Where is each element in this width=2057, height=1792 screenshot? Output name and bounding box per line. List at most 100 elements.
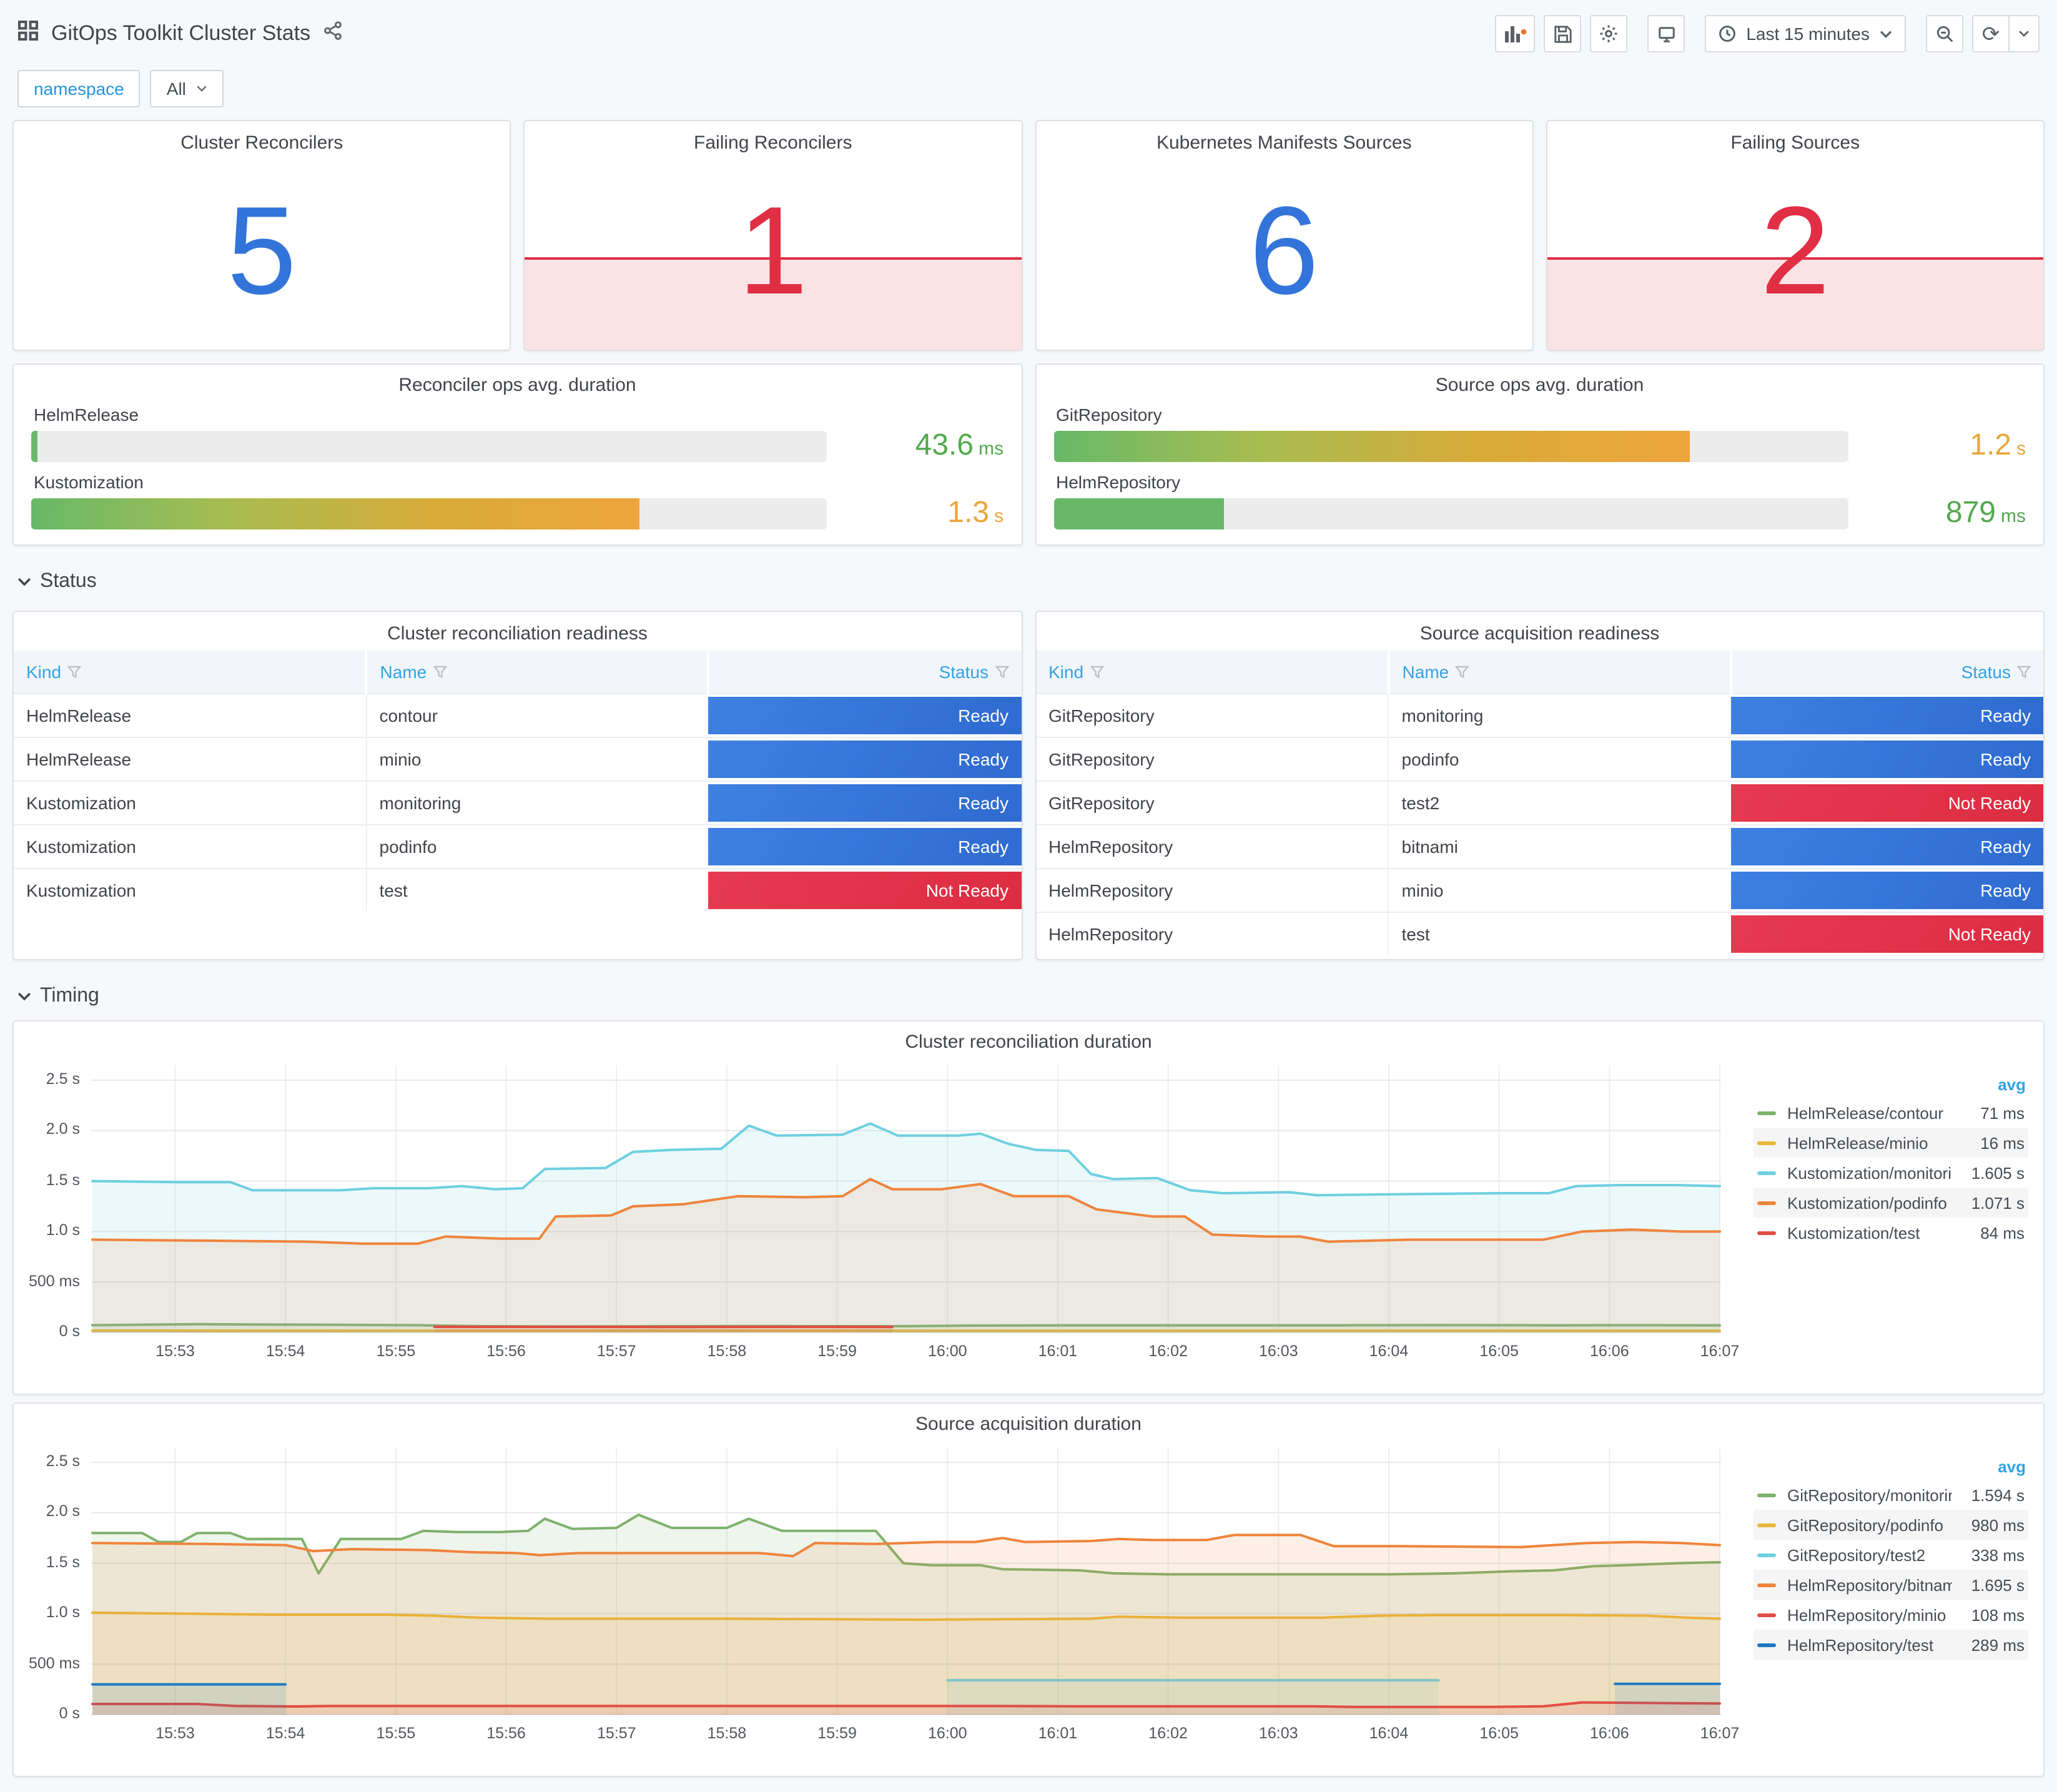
bar-gauge-track <box>31 430 826 461</box>
cell-kind: GitRepository <box>1036 692 1389 737</box>
namespace-variable-select[interactable]: All <box>150 70 224 107</box>
legend-item[interactable]: HelmRepository/minio 108 ms <box>1754 1600 2028 1630</box>
filter-funnel-icon[interactable] <box>432 666 447 679</box>
x-tick-label: 16:00 <box>927 1725 967 1742</box>
stat-panel-failing-reconcilers[interactable]: Failing Reconcilers 1 <box>523 120 1022 351</box>
gauge-label: HelmRelease <box>34 405 139 425</box>
table-row: GitRepository monitoring Ready <box>1036 692 2043 737</box>
x-tick-label: 16:04 <box>1369 1725 1409 1742</box>
filter-funnel-icon[interactable] <box>67 666 82 679</box>
filter-funnel-icon[interactable] <box>1454 666 1469 679</box>
gauge-panel-source-ops[interactable]: Source ops avg. duration GitRepository 1… <box>1035 363 2045 546</box>
legend-series-name[interactable]: HelmRepository/bitnami <box>1787 1575 1952 1594</box>
tv-mode-button[interactable] <box>1647 15 1685 52</box>
legend-series-name[interactable]: Kustomization/test <box>1787 1223 1952 1242</box>
status-badge: Ready <box>708 696 1021 734</box>
legend-series-name[interactable]: HelmRepository/test <box>1787 1635 1952 1654</box>
legend-series-name[interactable]: Kustomization/podinfo <box>1787 1193 1952 1212</box>
stat-panel-cluster-reconcilers[interactable]: Cluster Reconcilers 5 <box>12 120 511 351</box>
legend-avg-value: 1.695 s <box>1971 1575 2025 1594</box>
stat-value: 2 <box>1760 181 1830 322</box>
column-header-status[interactable]: Status <box>1729 651 2043 693</box>
dashboard-settings-button[interactable] <box>1590 15 1628 52</box>
legend-item[interactable]: GitRepository/test2 338 ms <box>1754 1540 2028 1570</box>
cell-name: monitoring <box>1388 692 1731 737</box>
time-range-picker[interactable]: Last 15 minutes <box>1705 15 1906 52</box>
x-tick-label: 16:02 <box>1148 1342 1188 1360</box>
legend-series-name[interactable]: HelmRelease/contour <box>1787 1103 1952 1122</box>
filter-funnel-icon[interactable] <box>994 666 1009 679</box>
filter-funnel-icon[interactable] <box>1089 666 1104 679</box>
cell-kind: Kustomization <box>14 867 367 911</box>
table-row: HelmRepository test Not Ready <box>1036 911 2043 955</box>
section-timing[interactable]: Timing <box>17 980 2040 1013</box>
dashboard-grid-icon[interactable] <box>17 20 39 47</box>
cell-status: Not Ready <box>708 867 1021 911</box>
table-panel-source-readiness[interactable]: Source acquisition readiness Kind Name Sta… <box>1035 611 2045 960</box>
dashboard-header: GitOps Toolkit Cluster Stats Last 15 min… <box>0 0 2057 55</box>
refresh-button[interactable]: ⟳ <box>1972 15 2010 52</box>
column-header-kind[interactable]: Kind <box>14 651 367 693</box>
legend-item[interactable]: Kustomization/test 84 ms <box>1754 1218 2028 1248</box>
table-row: Kustomization monitoring Ready <box>14 780 1021 824</box>
namespace-variable-label[interactable]: namespace <box>17 70 141 107</box>
x-tick-label: 16:05 <box>1479 1342 1519 1360</box>
stat-value: 1 <box>738 181 808 322</box>
add-panel-button[interactable] <box>1495 15 1536 52</box>
share-icon[interactable] <box>323 21 342 46</box>
column-header-name[interactable]: Name <box>1387 651 1731 693</box>
legend-item[interactable]: Kustomization/monitoring 1.605 s <box>1754 1158 2028 1188</box>
table-row: HelmRepository bitnami Ready <box>1036 824 2043 868</box>
legend-avg-value: 71 ms <box>1980 1103 2025 1122</box>
legend-avg-header[interactable]: avg <box>1754 1075 2026 1094</box>
cell-status: Ready <box>1730 824 2043 868</box>
cell-name: podinfo <box>1388 736 1731 780</box>
legend-series-name[interactable]: GitRepository/test2 <box>1787 1545 1952 1564</box>
column-header-name[interactable]: Name <box>365 651 709 693</box>
table-panel-cluster-readiness[interactable]: Cluster reconciliation readiness Kind Nam… <box>12 611 1022 960</box>
legend-item[interactable]: GitRepository/podinfo 980 ms <box>1754 1510 2028 1540</box>
filter-funnel-icon[interactable] <box>2016 666 2031 679</box>
x-tick-label: 15:59 <box>817 1725 857 1742</box>
legend-item[interactable]: HelmRelease/contour 71 ms <box>1754 1098 2028 1128</box>
save-dashboard-button[interactable] <box>1544 15 1582 52</box>
y-tick-label: 2.0 s <box>46 1120 80 1138</box>
refresh-interval-dropdown[interactable] <box>2010 15 2040 52</box>
column-header-kind[interactable]: Kind <box>1036 651 1389 693</box>
panel-title: Failing Reconcilers <box>694 132 852 154</box>
legend-avg-header[interactable]: avg <box>1754 1457 2026 1476</box>
x-tick-label: 15:54 <box>265 1725 305 1742</box>
legend-item[interactable]: HelmRepository/test 289 ms <box>1754 1630 2028 1660</box>
section-status[interactable]: Status <box>17 566 2040 598</box>
cell-status: Not Ready <box>1730 911 2043 955</box>
stat-panel-failing-sources[interactable]: Failing Sources 2 <box>1546 120 2045 351</box>
stat-panel-manifest-sources[interactable]: Kubernetes Manifests Sources 6 <box>1035 120 1534 351</box>
legend-item[interactable]: Kustomization/podinfo 1.071 s <box>1754 1188 2028 1218</box>
x-tick-label: 15:57 <box>596 1725 636 1742</box>
legend-series-name[interactable]: GitRepository/monitoring <box>1787 1485 1952 1504</box>
legend-series-name[interactable]: GitRepository/podinfo <box>1787 1515 1952 1534</box>
panel-title: Reconciler ops avg. duration <box>398 375 636 396</box>
legend-series-name[interactable]: HelmRepository/minio <box>1787 1605 1952 1624</box>
legend-series-name[interactable]: HelmRelease/minio <box>1787 1133 1952 1152</box>
toolbar: Last 15 minutes ⟳ <box>1495 15 2040 52</box>
gauge-panel-reconciler-ops[interactable]: Reconciler ops avg. duration HelmRelease… <box>12 363 1022 546</box>
y-tick-label: 1.0 s <box>46 1221 80 1239</box>
time-series-plot[interactable] <box>91 1442 1721 1717</box>
table-header-row: Kind Name Status <box>1036 651 2043 693</box>
legend-avg-value: 1.071 s <box>1971 1193 2025 1212</box>
y-tick-label: 0 s <box>59 1322 80 1340</box>
x-tick-label: 16:07 <box>1700 1342 1740 1360</box>
refresh-button-group: ⟳ <box>1972 15 2040 52</box>
column-header-status[interactable]: Status <box>707 651 1021 693</box>
legend-series-name[interactable]: Kustomization/monitoring <box>1787 1163 1952 1182</box>
legend-item[interactable]: HelmRepository/bitnami 1.695 s <box>1754 1570 2028 1600</box>
cell-kind: GitRepository <box>1036 780 1389 824</box>
time-series-plot[interactable] <box>91 1060 1721 1335</box>
zoom-out-button[interactable] <box>1926 15 1963 52</box>
cell-name: minio <box>365 736 709 780</box>
legend-item[interactable]: HelmRelease/minio 16 ms <box>1754 1128 2028 1158</box>
legend-item[interactable]: GitRepository/monitoring 1.594 s <box>1754 1480 2028 1510</box>
chevron-down-icon <box>17 571 31 593</box>
x-tick-label: 15:53 <box>155 1725 195 1742</box>
